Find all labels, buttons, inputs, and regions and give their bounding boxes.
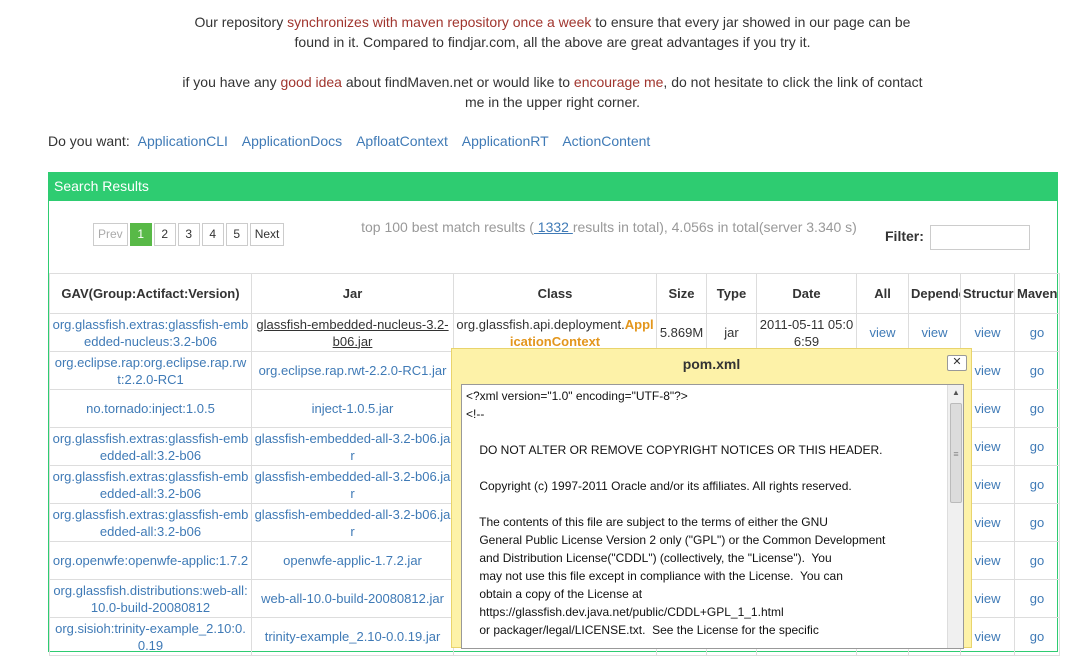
table-header-row: GAV(Group:Actifact:Version) Jar Class Si… [49, 273, 1060, 314]
page-button[interactable]: 5 [225, 223, 248, 246]
summary-text: results in total), 4.056s in total(serve… [572, 219, 857, 235]
column-header: Dependency [908, 273, 961, 314]
page-button[interactable]: 3 [177, 223, 200, 246]
gav-link[interactable]: no.tornado:inject:1.0.5 [49, 389, 252, 428]
suggestion-link[interactable]: ActionContent [562, 133, 650, 149]
jar-cell: openwfe-applic-1.7.2.jar [251, 541, 454, 580]
page-button[interactable]: 4 [201, 223, 224, 246]
panel-title: Search Results [49, 173, 1057, 201]
next-button[interactable]: Next [249, 223, 285, 246]
jar-cell: glassfish-embedded-nucleus-3.2-b06.jar [251, 313, 454, 352]
jar-cell: web-all-10.0-build-20080812.jar [251, 579, 454, 618]
maven-go-link[interactable]: go [1014, 617, 1060, 656]
suggestion-link[interactable]: ApplicationCLI [138, 133, 228, 149]
class-prefix: org.glassfish.api.deployment. [456, 316, 625, 332]
class-cell: org.glassfish.api.deployment.Application… [453, 313, 657, 352]
column-header: Size [656, 273, 707, 314]
result-count-link[interactable]: 1332 [534, 219, 573, 235]
jar-link[interactable]: openwfe-applic-1.7.2.jar [283, 553, 422, 568]
column-header: Type [706, 273, 757, 314]
maven-go-link[interactable]: go [1014, 351, 1060, 390]
close-icon[interactable]: ✕ [947, 355, 967, 371]
jar-link[interactable]: web-all-10.0-build-20080812.jar [261, 591, 444, 606]
scroll-thumb[interactable]: ≡ [950, 403, 962, 503]
maven-go-link[interactable]: go [1014, 313, 1060, 352]
gav-link[interactable]: org.openwfe:openwfe-applic:1.7.2 [49, 541, 252, 580]
suggestion-link[interactable]: ApplicationRT [462, 133, 549, 149]
sync-link[interactable]: synchronizes with maven repository once … [287, 14, 591, 30]
suggestions: Do you want: ApplicationCLI ApplicationD… [48, 133, 650, 149]
filter-input[interactable] [929, 225, 1030, 250]
filter-label: Filter: [885, 228, 924, 245]
jar-cell: glassfish-embedded-all-3.2-b06.jar [251, 427, 454, 466]
maven-go-link[interactable]: go [1014, 465, 1060, 504]
jar-cell: org.eclipse.rap.rwt-2.2.0-RC1.jar [251, 351, 454, 390]
jar-link[interactable]: inject-1.0.5.jar [312, 401, 394, 416]
good-idea-link[interactable]: good idea [280, 74, 342, 90]
page-button[interactable]: 2 [153, 223, 176, 246]
maven-go-link[interactable]: go [1014, 579, 1060, 618]
intro-paragraph-1: Our repository synchronizes with maven r… [180, 12, 925, 52]
type-cell: jar [706, 313, 757, 352]
prev-button[interactable]: Prev [93, 223, 128, 246]
view-all-link[interactable]: view [856, 313, 909, 352]
pom-content: <?xml version="1.0" encoding="UTF-8"?> <… [466, 389, 886, 637]
summary-text: top 100 best match results ( [361, 219, 534, 235]
pom-dialog: pom.xml ✕ <?xml version="1.0" encoding="… [451, 348, 972, 649]
pagination: Prev 1 2 3 4 5 Next [93, 223, 286, 246]
encourage-link[interactable]: encourage me [574, 74, 664, 90]
column-header: GAV(Group:Actifact:Version) [49, 273, 252, 314]
column-header: Class [453, 273, 657, 314]
column-header: Structure [960, 273, 1015, 314]
suggestions-label: Do you want: [48, 133, 130, 149]
jar-cell: inject-1.0.5.jar [251, 389, 454, 428]
maven-go-link[interactable]: go [1014, 427, 1060, 466]
gav-link[interactable]: org.glassfish.extras:glassfish-embedded-… [49, 427, 252, 466]
jar-link[interactable]: glassfish-embedded-all-3.2-b06.jar [255, 469, 451, 501]
maven-go-link[interactable]: go [1014, 503, 1060, 542]
size-cell: 5.869M [656, 313, 707, 352]
scroll-up-icon[interactable]: ▲ [948, 385, 963, 401]
pom-content-box[interactable]: <?xml version="1.0" encoding="UTF-8"?> <… [461, 384, 964, 649]
jar-cell: glassfish-embedded-all-3.2-b06.jar [251, 503, 454, 542]
column-header: Jar [251, 273, 454, 314]
dialog-title: pom.xml [682, 356, 741, 372]
gav-link[interactable]: org.glassfish.extras:glassfish-embedded-… [49, 503, 252, 542]
gav-link[interactable]: org.glassfish.distributions:web-all:10.0… [49, 579, 252, 618]
gav-link[interactable]: org.glassfish.extras:glassfish-embedded-… [49, 313, 252, 352]
suggestion-link[interactable]: ApfloatContext [356, 133, 448, 149]
gav-link[interactable]: org.glassfish.extras:glassfish-embedded-… [49, 465, 252, 504]
column-header: Date [756, 273, 857, 314]
result-summary: top 100 best match results ( 1332 result… [349, 217, 869, 238]
date-cell: 2011-05-11 05:06:59 [756, 313, 857, 352]
gav-link[interactable]: org.sisioh:trinity-example_2.10:0.0.19 [49, 617, 252, 656]
jar-cell: glassfish-embedded-all-3.2-b06.jar [251, 465, 454, 504]
jar-link[interactable]: org.eclipse.rap.rwt-2.2.0-RC1.jar [259, 363, 447, 378]
page-button[interactable]: 1 [129, 223, 152, 246]
view-structure-link[interactable]: view [960, 313, 1015, 352]
jar-link[interactable]: glassfish-embedded-all-3.2-b06.jar [255, 507, 451, 539]
table-row: org.glassfish.extras:glassfish-embedded-… [49, 313, 1060, 352]
jar-link[interactable]: glassfish-embedded-all-3.2-b06.jar [255, 431, 451, 463]
maven-go-link[interactable]: go [1014, 541, 1060, 580]
suggestion-link[interactable]: ApplicationDocs [242, 133, 342, 149]
jar-link[interactable]: glassfish-embedded-nucleus-3.2-b06.jar [256, 317, 448, 349]
maven-go-link[interactable]: go [1014, 389, 1060, 428]
gav-link[interactable]: org.eclipse.rap:org.eclipse.rap.rwt:2.2.… [49, 351, 252, 390]
filter: Filter: [885, 225, 1030, 250]
column-header: All [856, 273, 909, 314]
column-header: Maven [1014, 273, 1060, 314]
view-dependency-link[interactable]: view [908, 313, 961, 352]
intro-text: about findMaven.net or would like to [341, 74, 574, 90]
intro-text: Our repository [194, 14, 288, 30]
jar-cell: trinity-example_2.10-0.0.19.jar [251, 617, 454, 656]
scrollbar[interactable]: ▲ ≡ [947, 385, 963, 648]
intro-paragraph-2: if you have any good idea about findMave… [180, 72, 925, 112]
intro-text: if you have any [182, 74, 281, 90]
